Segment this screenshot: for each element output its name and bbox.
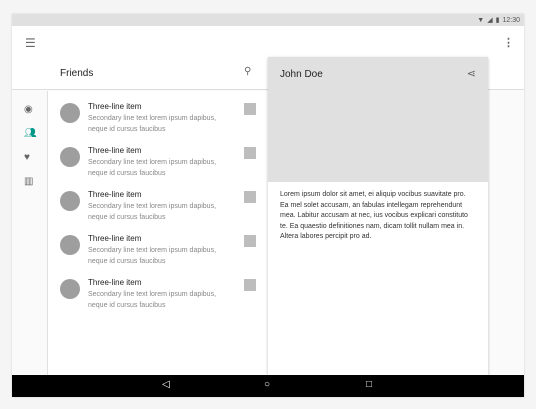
detail-body: Lorem ipsum dolor sit amet, ei aliquip v… [280,191,468,241]
list-item[interactable]: Three-line item Secondary line text lore… [48,185,268,229]
page-title: Friends [60,68,94,79]
detail-title: John Doe [280,69,323,80]
avatar [60,191,80,211]
device-frame: ▼ ◢ ▮ 12:30 ☰ ⋮ Friends ⚲ ◉ 👥︎ ♥ ▥ Three… [12,14,524,397]
clock: 12:30 [502,16,520,24]
list-item[interactable]: Three-line item Secondary line text lore… [48,141,268,185]
item-primary-text: Three-line item [88,190,142,199]
avatar [60,279,80,299]
item-thumbnail [244,147,256,159]
list-item[interactable]: Three-line item Secondary line text lore… [48,97,268,141]
avatar [60,103,80,123]
back-icon[interactable]: ◁ [162,379,170,390]
favorite-icon[interactable]: ♥ [24,152,30,163]
detail-card: John Doe ⋖ Lorem ipsum dolor sit amet, e… [268,57,488,375]
item-thumbnail [244,279,256,291]
item-primary-text: Three-line item [88,102,142,111]
item-secondary-text: Secondary line text lorem ipsum dapibus,… [88,159,217,177]
item-thumbnail [244,191,256,203]
system-nav-bar: ◁ ○ □ [12,375,524,397]
avatar [60,235,80,255]
item-secondary-text: Secondary line text lorem ipsum dapibus,… [88,291,217,309]
menu-icon[interactable]: ☰ [25,36,36,50]
friends-list: Three-line item Secondary line text lore… [48,91,268,375]
navigation-rail: ◉ 👥︎ ♥ ▥ [12,91,48,375]
list-item[interactable]: Three-line item Secondary line text lore… [48,273,268,317]
list-item[interactable]: Three-line item Secondary line text lore… [48,229,268,273]
status-bar: ▼ ◢ ▮ 12:30 [12,14,524,26]
item-thumbnail [244,103,256,115]
battery-icon: ▮ [495,17,500,24]
item-thumbnail [244,235,256,247]
avatar [60,147,80,167]
item-secondary-text: Secondary line text lorem ipsum dapibus,… [88,203,217,221]
share-icon[interactable]: ⋖ [467,67,476,80]
explore-icon[interactable]: ◉ [24,104,33,115]
map-icon[interactable]: ▥ [24,176,33,187]
item-primary-text: Three-line item [88,234,142,243]
recents-icon[interactable]: □ [366,379,372,390]
item-secondary-text: Secondary line text lorem ipsum dapibus,… [88,247,217,265]
item-primary-text: Three-line item [88,278,142,287]
search-icon[interactable]: ⚲ [244,66,251,77]
item-primary-text: Three-line item [88,146,142,155]
people-icon[interactable]: 👥︎ [24,128,37,139]
wifi-icon: ▼ [477,16,485,24]
more-options-icon[interactable]: ⋮ [503,36,514,49]
signal-icon: ◢ [487,17,493,24]
home-icon[interactable]: ○ [264,379,270,390]
item-secondary-text: Secondary line text lorem ipsum dapibus,… [88,115,217,133]
detail-header-image: John Doe ⋖ [268,57,488,182]
